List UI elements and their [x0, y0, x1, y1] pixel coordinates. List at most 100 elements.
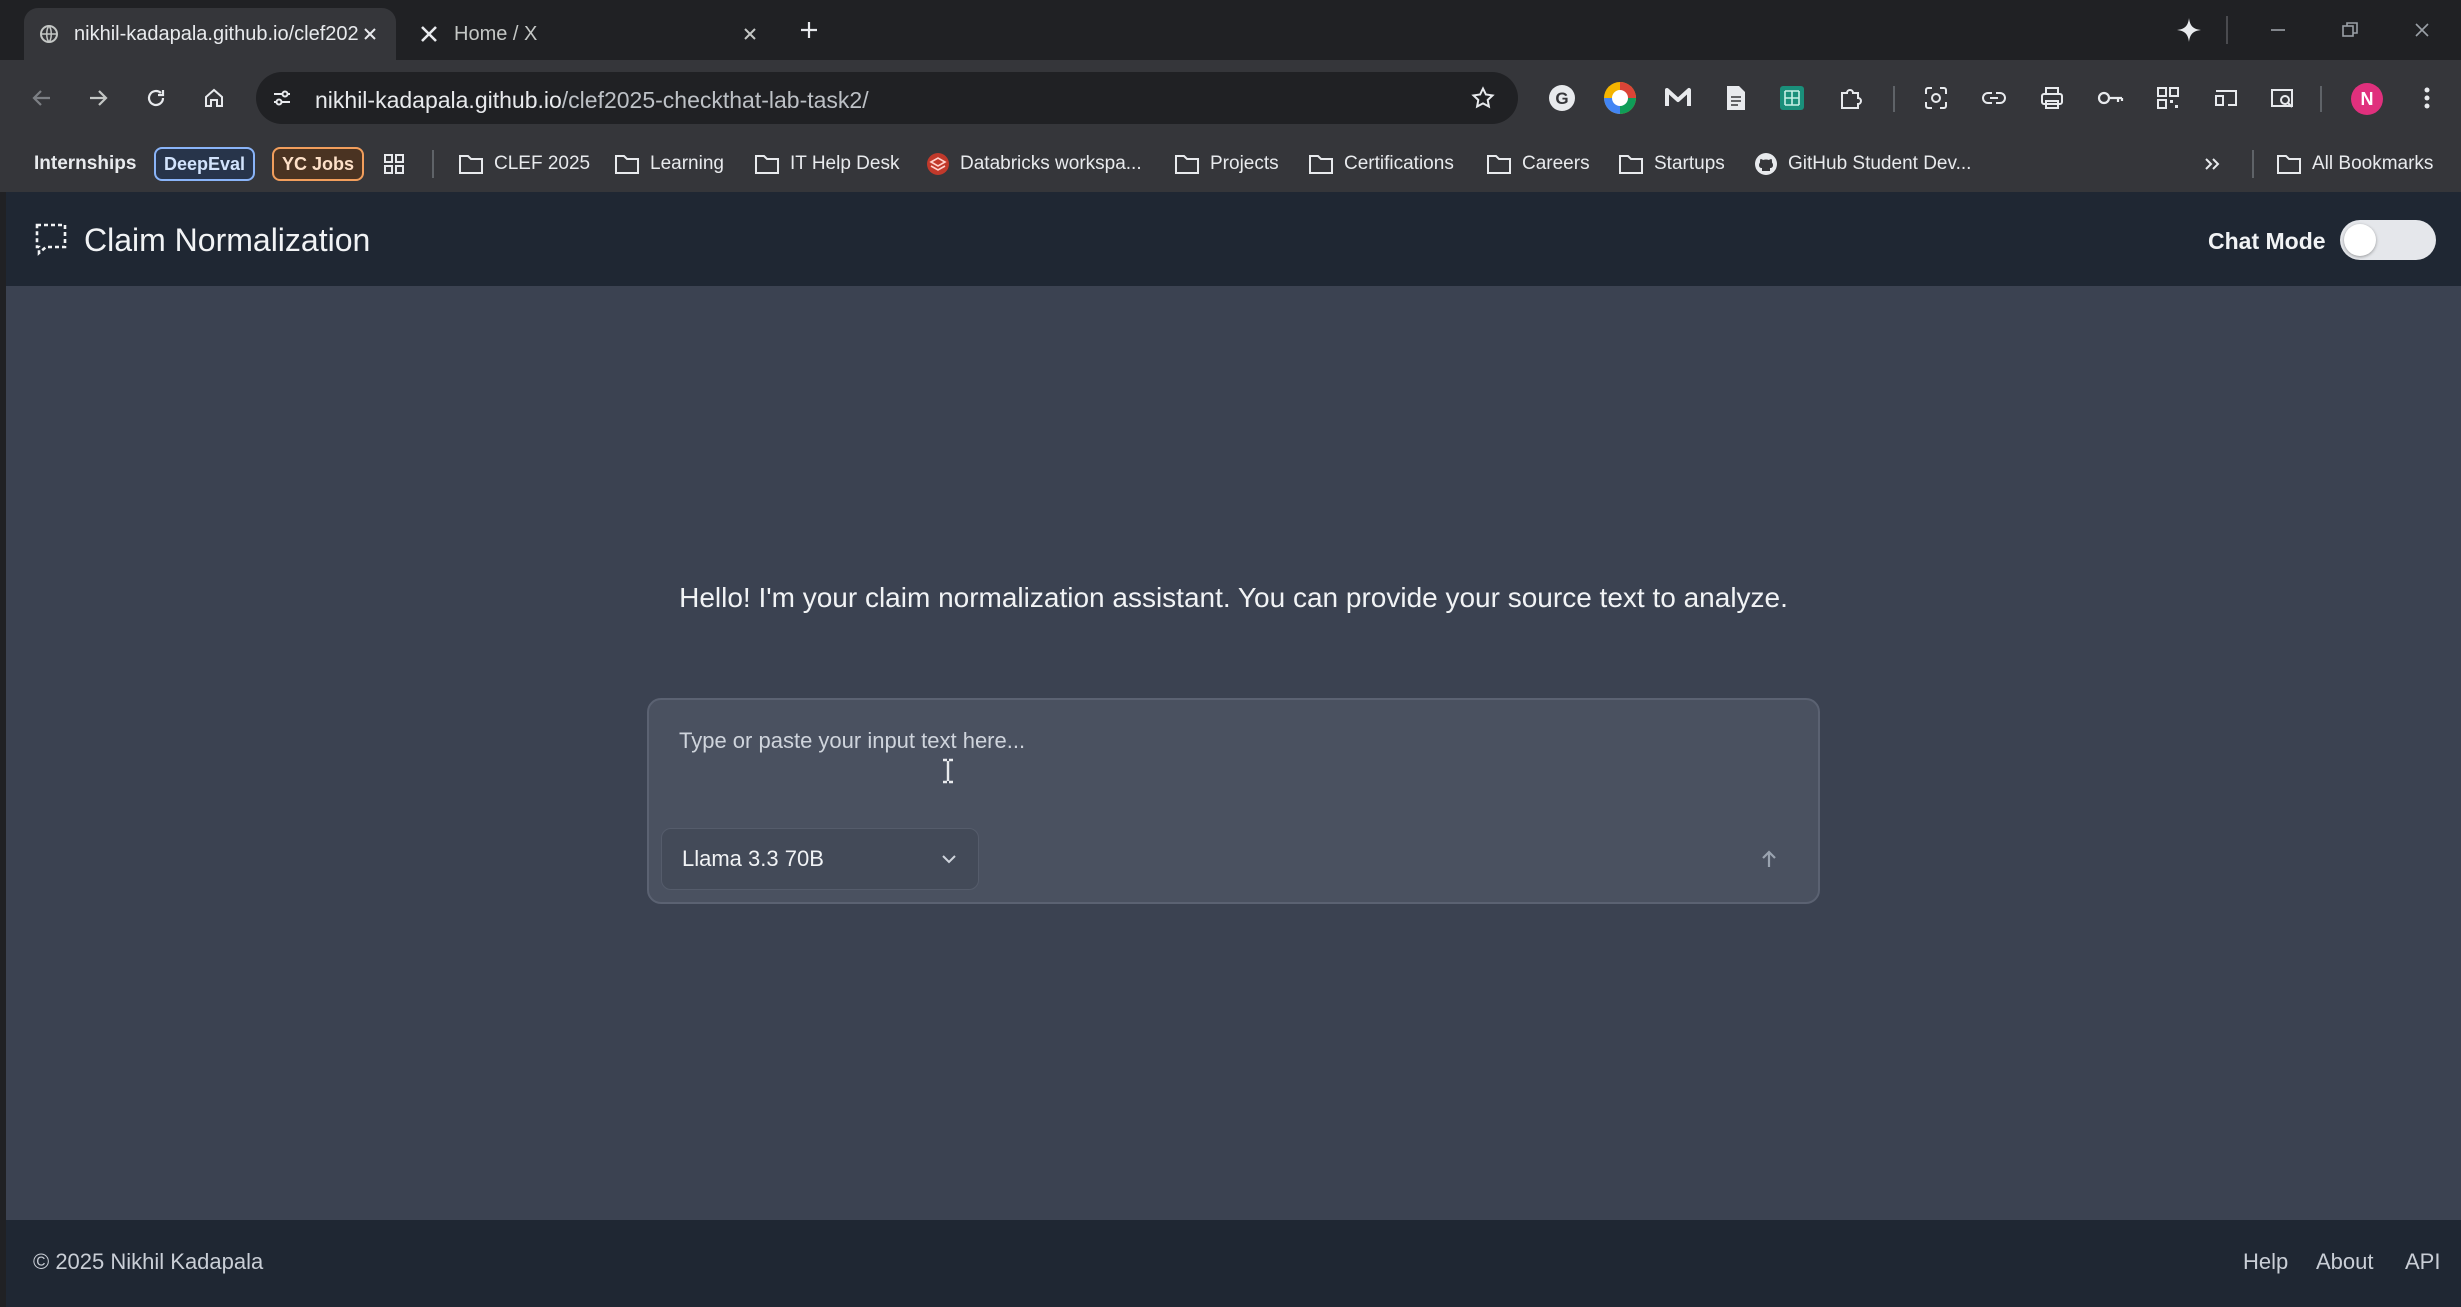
- forward-icon[interactable]: [80, 80, 116, 116]
- copyright-text: © 2025 Nikhil Kadapala: [33, 1249, 264, 1274]
- google-lens-icon[interactable]: [1918, 80, 1954, 116]
- tab-title: Home / X: [454, 22, 538, 45]
- toggle-knob: [2344, 224, 2376, 256]
- divider: [2252, 150, 2254, 178]
- bookmark-label: DeepEval: [154, 147, 256, 181]
- tab-clef[interactable]: nikhil-kadapala.github.io/clef2025-check…: [24, 8, 396, 60]
- bookmark-label: Learning: [650, 153, 724, 174]
- bookmark-label: Databricks workspa...: [960, 153, 1142, 174]
- extension-grid-icon[interactable]: [1774, 80, 1810, 116]
- bookmark-label: YC Jobs: [272, 147, 365, 181]
- bookmark-deepeval[interactable]: DeepEval: [154, 144, 256, 184]
- globe-icon: [38, 23, 60, 45]
- app-title: Claim Normalization: [84, 222, 371, 258]
- folder-icon: [1308, 153, 1334, 175]
- malwarebytes-icon[interactable]: [1660, 80, 1696, 116]
- folder-icon: [614, 153, 640, 175]
- back-icon[interactable]: [24, 80, 60, 116]
- close-window-icon[interactable]: [2404, 12, 2440, 48]
- reload-icon[interactable]: [138, 80, 174, 116]
- bookmark-folder-certifications[interactable]: Certifications: [1308, 144, 1454, 184]
- new-tab-icon[interactable]: [791, 12, 827, 48]
- divider: [2320, 86, 2322, 112]
- bookmark-label: Certifications: [1344, 153, 1454, 174]
- site-settings-icon[interactable]: [264, 80, 300, 116]
- github-icon: [1754, 152, 1778, 176]
- svg-text:G: G: [1555, 89, 1568, 108]
- bookmark-folder-startups[interactable]: Startups: [1618, 144, 1725, 184]
- bookmark-yc-jobs[interactable]: YC Jobs: [272, 144, 365, 184]
- x-logo-icon: [418, 23, 440, 45]
- bookmark-label: Projects: [1210, 153, 1279, 174]
- model-select[interactable]: Llama 3.3 70B: [661, 828, 979, 890]
- input-placeholder: Type or paste your input text here...: [679, 728, 1026, 753]
- chat-mode-label: Chat Mode: [2208, 228, 2326, 254]
- text-cursor-icon: [938, 758, 958, 784]
- bookmark-folder-projects[interactable]: Projects: [1174, 144, 1279, 184]
- folder-icon: [2276, 153, 2302, 175]
- chat-bubble-icon: [34, 222, 68, 256]
- all-bookmarks-label: All Bookmarks: [2312, 153, 2434, 174]
- menu-kebab-icon[interactable]: [2409, 80, 2445, 116]
- qr-code-icon[interactable]: [2150, 80, 2186, 116]
- databricks-icon: [926, 152, 950, 176]
- bookmark-internships[interactable]: Internships: [34, 144, 136, 184]
- bookmark-label: Startups: [1654, 153, 1725, 174]
- profile-avatar[interactable]: N: [2351, 83, 2383, 115]
- bookmark-folder-learning[interactable]: Learning: [614, 144, 724, 184]
- chevron-down-icon: [940, 850, 958, 868]
- bookmark-label: CLEF 2025: [494, 153, 591, 174]
- close-icon[interactable]: [358, 22, 382, 46]
- url-path: /clef2025-checkthat-lab-task2/: [561, 87, 869, 113]
- folder-icon: [1174, 153, 1200, 175]
- bookmark-databricks[interactable]: Databricks workspa...: [926, 144, 1142, 184]
- tab-title: nikhil-kadapala.github.io/clef2025-check…: [74, 22, 358, 45]
- bookmark-folder-it-help-desk[interactable]: IT Help Desk: [754, 144, 899, 184]
- folder-icon: [754, 153, 780, 175]
- divider: [432, 150, 434, 178]
- divider: [2226, 16, 2228, 44]
- reading-mode-icon[interactable]: [2264, 80, 2300, 116]
- tab-x[interactable]: Home / X: [404, 8, 776, 60]
- divider: [1893, 86, 1895, 112]
- more-bookmarks-chevron-icon[interactable]: [2202, 144, 2222, 184]
- password-key-icon[interactable]: [2092, 80, 2128, 116]
- bookmark-folder-careers[interactable]: Careers: [1486, 144, 1590, 184]
- close-icon[interactable]: [738, 22, 762, 46]
- bookmark-folder-clef-2025[interactable]: CLEF 2025: [458, 144, 590, 184]
- model-select-value: Llama 3.3 70B: [682, 846, 824, 871]
- document-icon[interactable]: [1718, 80, 1754, 116]
- url-host: nikhil-kadapala.github.io: [315, 87, 562, 113]
- bookmark-label: Internships: [34, 153, 137, 174]
- minimize-icon[interactable]: [2260, 12, 2296, 48]
- footer-link-about[interactable]: About: [2316, 1249, 2374, 1275]
- gemini-sparkle-icon[interactable]: [2171, 12, 2207, 48]
- app-header: [6, 192, 2461, 286]
- folder-icon: [458, 153, 484, 175]
- link-icon[interactable]: [1976, 80, 2012, 116]
- folder-icon: [1618, 153, 1644, 175]
- footer-link-api[interactable]: API: [2405, 1249, 2440, 1275]
- apps-grid-icon[interactable]: [382, 144, 406, 184]
- bookmark-label: IT Help Desk: [790, 153, 900, 174]
- greeting-message: Hello! I'm your claim normalization assi…: [679, 582, 1788, 613]
- restore-icon[interactable]: [2332, 12, 2368, 48]
- app-footer: [6, 1220, 2461, 1307]
- bookmark-star-icon[interactable]: [1465, 80, 1501, 116]
- folder-icon: [1486, 153, 1512, 175]
- footer-link-help[interactable]: Help: [2243, 1249, 2288, 1275]
- all-bookmarks[interactable]: All Bookmarks: [2276, 144, 2433, 184]
- print-icon[interactable]: [2034, 80, 2070, 116]
- extensions-puzzle-icon[interactable]: [1832, 80, 1868, 116]
- color-picker-icon[interactable]: [1602, 80, 1638, 116]
- cast-icon[interactable]: [2208, 80, 2244, 116]
- bookmark-github-student[interactable]: GitHub Student Dev...: [1754, 144, 1971, 184]
- source-text-input[interactable]: [662, 710, 1802, 814]
- send-arrow-icon[interactable]: [1751, 841, 1787, 877]
- grammarly-icon[interactable]: G: [1544, 80, 1580, 116]
- home-icon[interactable]: [196, 80, 232, 116]
- bookmark-label: GitHub Student Dev...: [1788, 153, 1972, 174]
- bookmark-label: Careers: [1522, 153, 1590, 174]
- chat-mode-toggle[interactable]: [2340, 220, 2436, 260]
- url-text[interactable]: nikhil-kadapala.github.io/clef2025-check…: [315, 87, 869, 114]
